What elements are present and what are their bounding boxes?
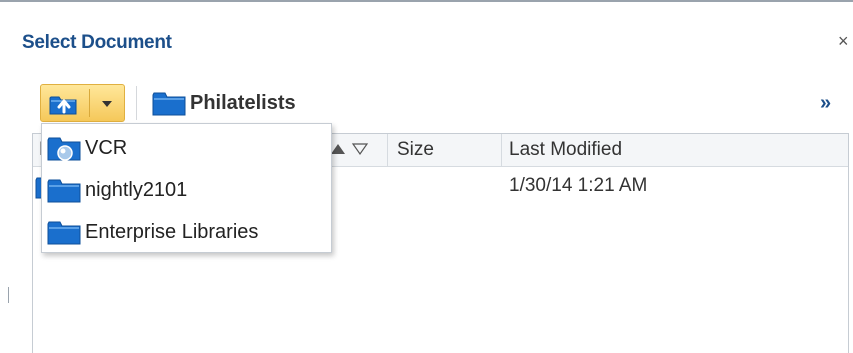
column-divider [501,134,502,166]
folder-icon [47,179,81,203]
folder-icon [47,221,81,245]
menu-item-nightly2101[interactable]: nightly2101 [42,169,331,211]
column-header-size[interactable]: Size [397,139,434,161]
menu-item-label: VCR [85,137,128,159]
current-folder-label[interactable]: Philatelists [190,92,296,115]
sort-descending-icon[interactable] [351,142,369,156]
split-button-separator [89,89,90,117]
menu-item-vcr[interactable]: VCR [42,127,331,169]
menu-item-label: nightly2101 [85,179,188,201]
caret-down-icon[interactable] [97,98,117,110]
folder-up-icon[interactable] [49,92,79,116]
folder-dropdown-menu: VCR nightly2101 Enterprise Libraries [41,123,332,253]
toolbar-divider [136,86,137,120]
column-divider [387,134,388,166]
splitter-mark [8,287,9,303]
dialog-title: Select Document [22,32,172,53]
up-folder-split-button[interactable] [40,84,125,122]
select-document-dialog: Select Document × Philatelists » N [0,0,853,353]
folder-icon [152,92,186,116]
more-actions-icon[interactable]: » [820,92,831,115]
menu-item-label: Enterprise Libraries [85,221,259,243]
menu-item-enterprise-libraries[interactable]: Enterprise Libraries [42,211,331,253]
virtual-folder-icon [47,137,81,161]
cell-last-modified: 1/30/14 1:21 AM [509,175,648,196]
column-header-last-modified[interactable]: Last Modified [509,139,622,161]
close-icon[interactable]: × [838,32,849,50]
